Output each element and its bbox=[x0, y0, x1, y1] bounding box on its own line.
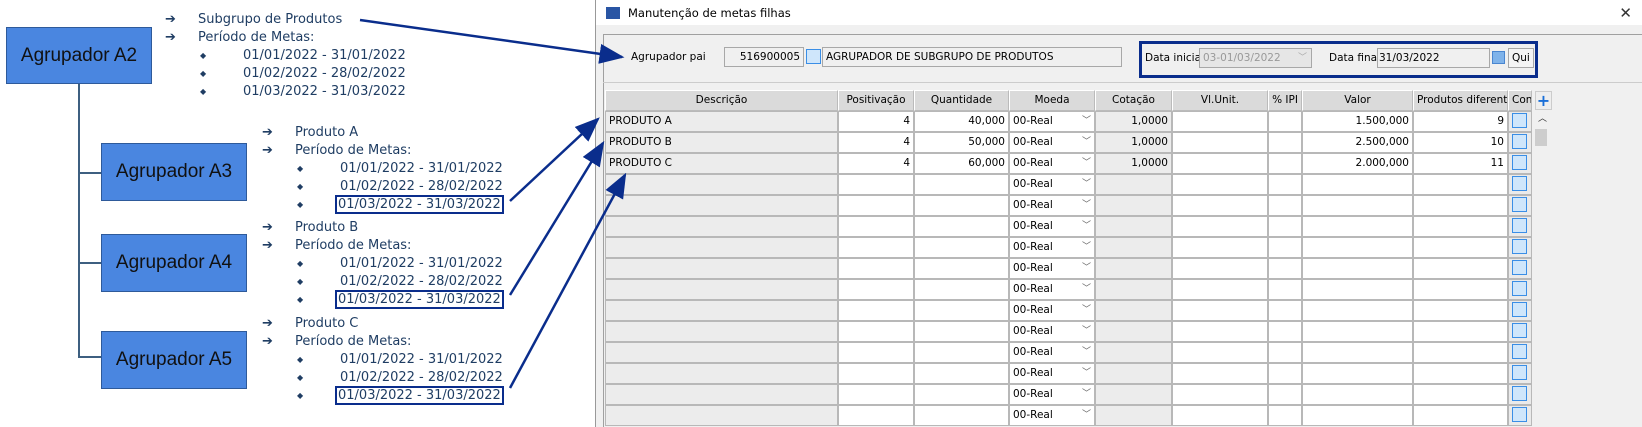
arrow-produto-a bbox=[509, 117, 600, 202]
connector-arrows bbox=[359, 18, 627, 389]
arrow-produto-b bbox=[508, 140, 605, 296]
arrow-produto-c bbox=[508, 172, 627, 389]
arrow-subgrupo bbox=[359, 18, 625, 64]
